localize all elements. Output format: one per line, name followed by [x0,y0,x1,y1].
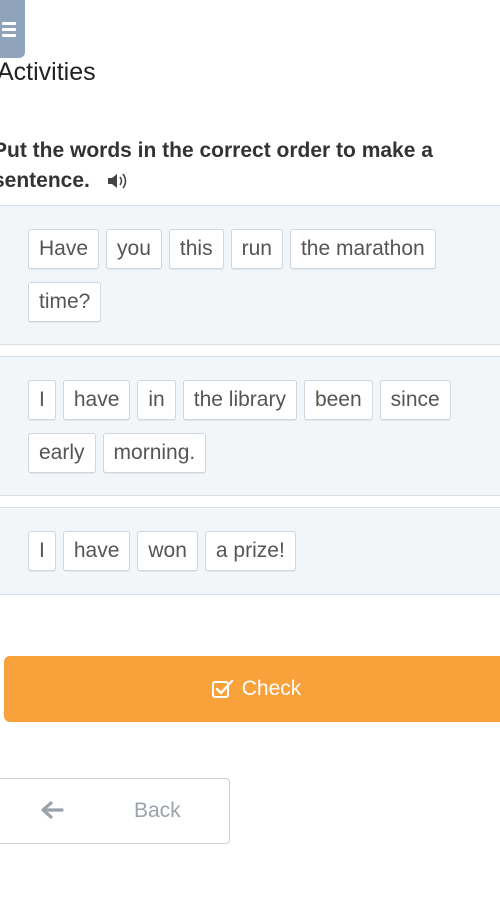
word-tile[interactable]: won [137,531,198,571]
menu-button[interactable] [0,0,25,58]
word-row: time? [28,282,102,322]
check-label: Check [241,677,302,700]
page-title: Activities [0,58,96,86]
hamburger-menu-icon [1,19,16,40]
word-tile[interactable]: morning. [102,433,207,473]
exercise-card-2 [0,356,500,496]
word-row: early morning. [28,433,207,473]
exercise-card-1 [0,205,500,345]
word-tile[interactable]: this [168,229,224,269]
word-tile[interactable]: the marathon [289,229,436,269]
word-tile[interactable]: the library [182,380,297,420]
word-tile[interactable]: have [62,380,131,420]
arrow-left-icon [41,801,64,819]
word-tile[interactable]: have [62,531,131,571]
word-tile[interactable]: Have [28,229,100,269]
speaker-icon[interactable] [106,172,128,190]
word-tile[interactable]: been [303,380,373,420]
word-tile[interactable]: I [28,380,56,420]
instruction-line2: sentence. [0,169,90,192]
word-row: I have won a prize! [28,531,296,571]
word-row: I have in the library been since [28,380,451,420]
word-tile[interactable]: a prize! [204,531,296,571]
instruction-text: Put the words in the correct order to ma… [0,136,493,196]
word-tile[interactable]: early [28,433,96,473]
word-tile[interactable]: in [137,380,176,420]
word-tile[interactable]: you [106,229,162,269]
word-tile[interactable]: time? [28,282,102,322]
checkbox-icon [211,679,233,698]
word-row: Have you this run the marathon [28,229,436,269]
check-button[interactable]: Check [4,656,500,722]
word-tile[interactable]: run [230,229,283,269]
word-tile[interactable]: since [379,380,451,420]
back-label: Back [134,799,181,822]
instruction-line1: Put the words in the correct order to ma… [0,139,433,162]
back-button[interactable]: Back [0,778,230,844]
word-tile[interactable]: I [28,531,56,571]
